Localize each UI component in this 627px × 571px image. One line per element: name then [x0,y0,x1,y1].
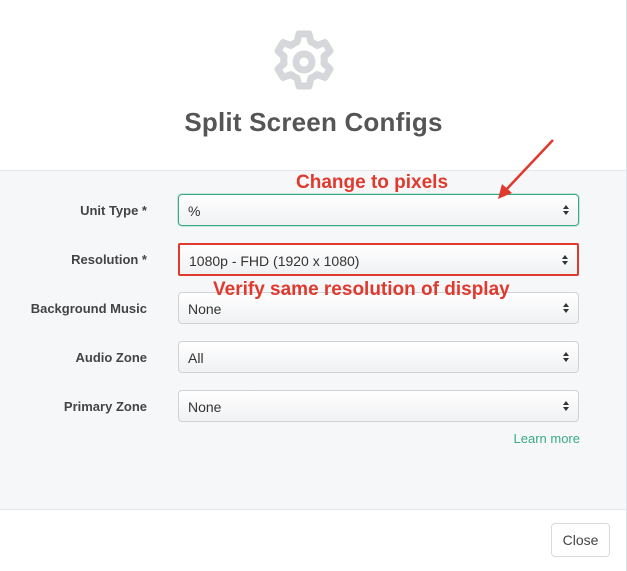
select-arrows-icon [563,205,569,215]
audio-zone-value: All [188,350,204,366]
unit-type-label: Unit Type * [80,203,147,218]
audio-zone-label: Audio Zone [75,350,148,365]
primary-zone-label: Primary Zone [63,399,147,414]
select-arrows-icon [563,352,569,362]
background-music-value: None [188,301,222,317]
select-arrows-icon [563,303,569,313]
gear-icon [269,26,339,96]
primary-zone-select[interactable]: None [178,390,579,422]
annotation-verify-resolution: Verify same resolution of display [213,279,510,300]
background-music-label: Background Music [30,301,147,316]
resolution-select[interactable]: 1080p - FHD (1920 x 1080) [178,243,579,276]
select-arrows-icon [562,255,568,265]
annotation-arrow-icon [498,139,554,199]
modal-title: Split Screen Configs [184,107,443,137]
learn-more-link[interactable]: Learn more [514,431,580,446]
resolution-value: 1080p - FHD (1920 x 1080) [189,253,360,269]
unit-type-value: % [188,203,201,219]
close-button[interactable]: Close [551,523,610,557]
primary-zone-value: None [188,399,222,415]
annotation-change-to-pixels: Change to pixels [296,172,449,193]
audio-zone-select[interactable]: All [178,341,579,373]
select-arrows-icon [563,401,569,411]
resolution-label: Resolution * [71,252,147,267]
